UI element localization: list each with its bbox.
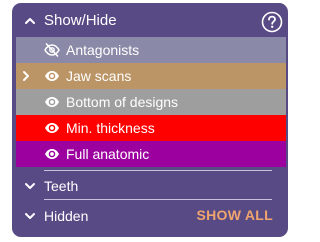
eye-off-icon[interactable] <box>44 43 60 57</box>
layer-list: Antagonists Jaw scans Bottom of designs … <box>16 37 286 167</box>
layer-row-bottom-of-designs[interactable]: Bottom of designs <box>16 89 286 115</box>
chevron-right-icon[interactable] <box>18 68 34 84</box>
eye-icon[interactable] <box>44 95 60 109</box>
layer-row-jaw-scans[interactable]: Jaw scans <box>16 63 286 89</box>
layer-label: Antagonists <box>66 42 140 58</box>
eye-icon[interactable] <box>44 121 60 135</box>
layer-row-min-thickness[interactable]: Min. thickness <box>16 115 286 141</box>
section-teeth[interactable]: Teeth <box>12 171 288 199</box>
panel-title: Show/Hide <box>44 12 117 29</box>
show-all-button[interactable]: SHOW ALL <box>196 206 273 224</box>
layer-label: Jaw scans <box>66 68 132 84</box>
eye-icon[interactable] <box>44 147 60 161</box>
layer-label: Min. thickness <box>66 120 155 136</box>
layer-label: Bottom of designs <box>66 94 179 110</box>
section-label: Teeth <box>44 178 79 194</box>
eye-icon[interactable] <box>44 69 60 83</box>
chevron-up-icon[interactable] <box>22 13 38 29</box>
section-label: Hidden <box>44 208 89 224</box>
section-divider <box>44 199 272 200</box>
layer-row-full-anatomic[interactable]: Full anatomic <box>16 141 286 167</box>
show-hide-panel: Show/Hide Antagonists Jaw scans Bottom o… <box>12 3 288 237</box>
section-hidden[interactable]: Hidden SHOW ALL <box>12 201 288 229</box>
panel-header[interactable]: Show/Hide <box>12 3 288 39</box>
layer-label: Full anatomic <box>66 146 150 162</box>
layer-row-antagonists[interactable]: Antagonists <box>16 37 286 63</box>
chevron-down-icon[interactable] <box>22 208 38 224</box>
chevron-down-icon[interactable] <box>22 178 38 194</box>
help-circle-icon[interactable] <box>261 11 283 33</box>
